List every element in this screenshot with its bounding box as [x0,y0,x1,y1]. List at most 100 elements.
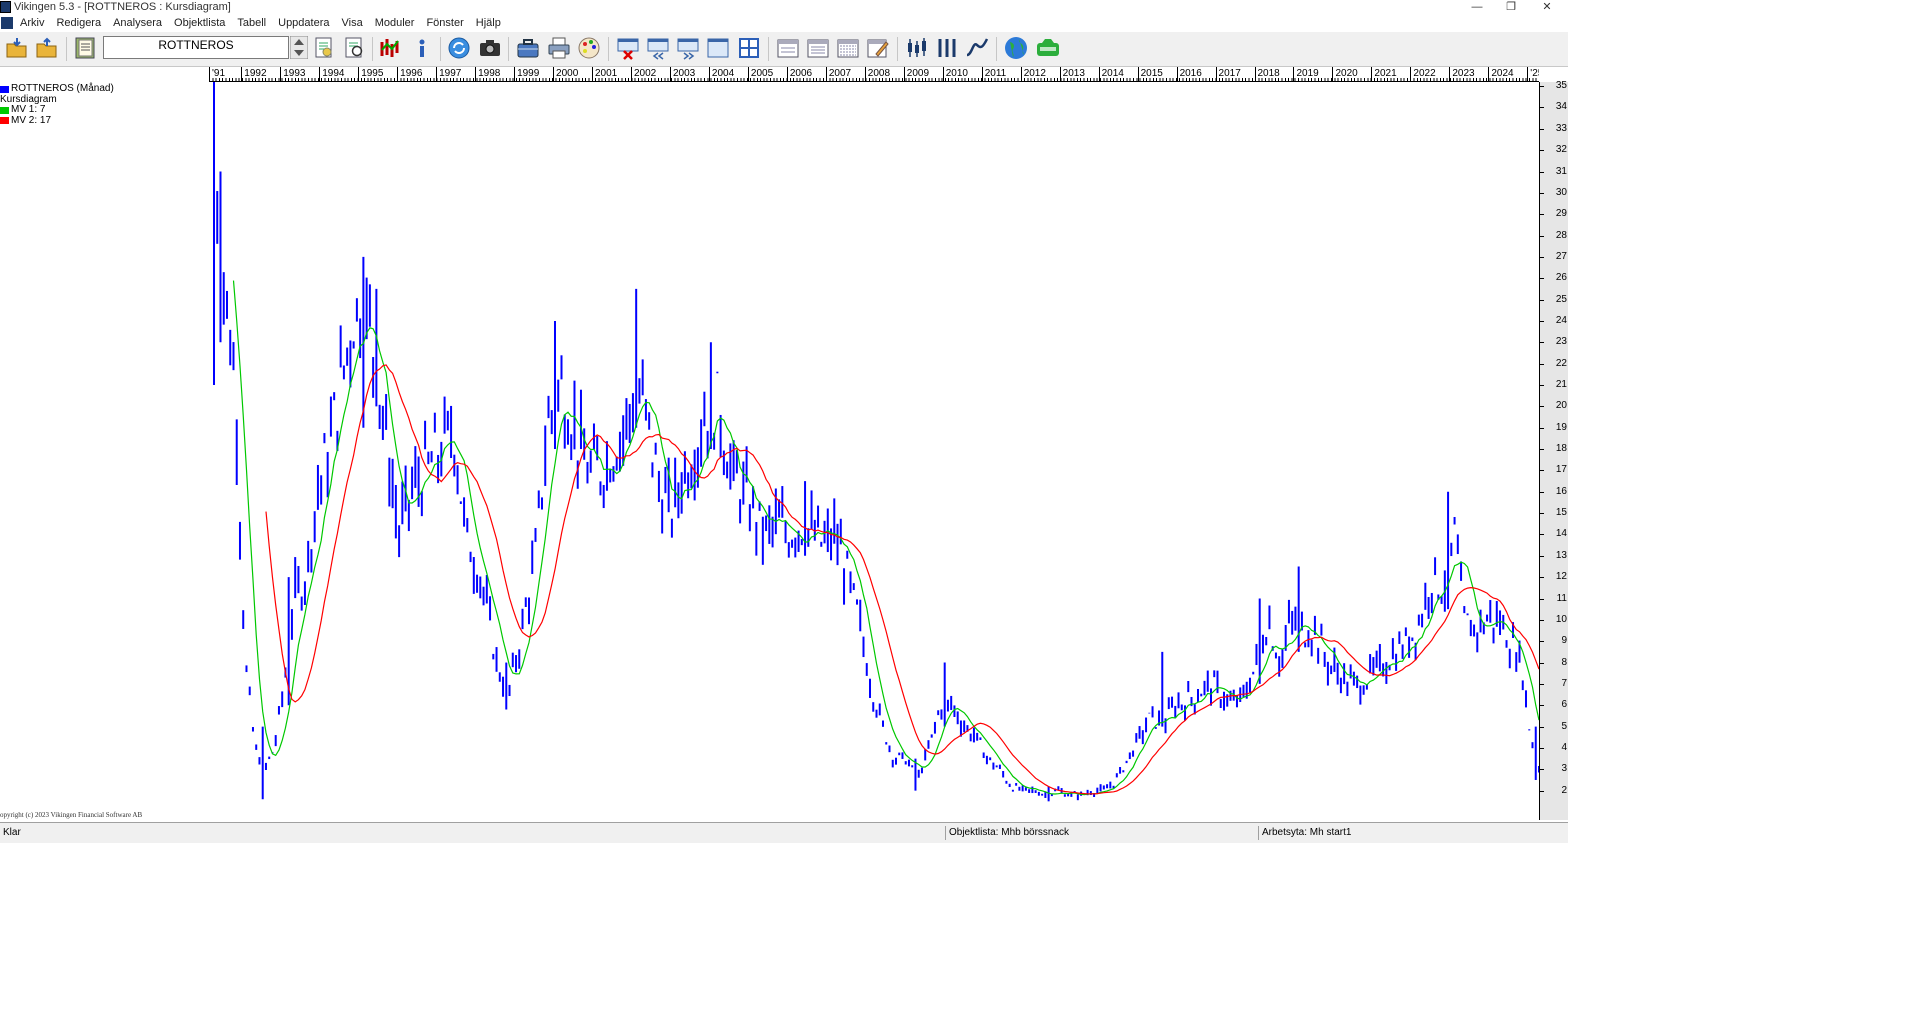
price-axis: 2 3 4 5 6 7 8 9 10 11 12 13 14 15 16 17 18 19 20 21 22 23 24 25… [1539,80,1568,820]
price-label: 9 [1561,635,1567,647]
window-back-icon[interactable] [646,36,670,60]
list-star-icon[interactable] [342,36,366,60]
bar-ohlc-icon[interactable] [935,36,959,60]
calendar-edit-icon[interactable] [866,36,890,60]
price-tick [1540,747,1544,749]
legend-mv1: MV 1: 7 [11,104,46,115]
copyright-text: opyright (c) 2023 Vikingen Financial Sof… [0,811,143,819]
price-label: 33 [1555,122,1567,134]
instrument-spinner[interactable] [289,35,309,60]
instrument-name-field[interactable]: ROTTNEROS [103,36,289,59]
folder-open-icon[interactable] [5,36,29,60]
menu-analysera[interactable]: Analysera [113,17,162,29]
refresh-icon[interactable] [447,36,471,60]
price-label: 25 [1555,293,1567,305]
printer-icon[interactable] [547,36,571,60]
price-tick [1540,150,1544,152]
price-tick [1540,278,1544,280]
menu-tabell[interactable]: Tabell [237,17,266,29]
toolbar: ROTTNEROS [0,32,1568,67]
line-curve-icon[interactable] [965,36,989,60]
title-bar: Vikingen 5.3 - [ROTTNEROS : Kursdiagram]… [0,0,1568,15]
mv1-line [232,280,1539,796]
price-tick [1540,534,1544,536]
web-icon[interactable] [1036,36,1060,60]
price-tick [1540,513,1544,515]
calendar-day-icon[interactable] [776,36,800,60]
price-tick [1540,619,1544,621]
price-label: 7 [1561,677,1567,689]
status-objektlista: Objektlista: Mhb börssnack [945,826,1257,840]
calendar-month-icon[interactable] [836,36,860,60]
folder-up-icon[interactable] [35,36,59,60]
menu-fonster[interactable]: Fönster [426,17,463,29]
price-label: 11 [1556,592,1567,604]
price-label: 12 [1555,571,1567,583]
price-label: 26 [1555,272,1567,284]
price-tick [1540,491,1544,493]
window-icon[interactable] [706,36,730,60]
price-label: 24 [1555,314,1567,326]
price-label: 17 [1555,464,1567,476]
menu-objektlista[interactable]: Objektlista [174,17,225,29]
menu-visa[interactable]: Visa [342,17,363,29]
legend-swatch-mv2 [0,117,9,125]
calendar-week-icon[interactable] [806,36,830,60]
menu-hjalp[interactable]: Hjälp [476,17,501,29]
menu-moduler[interactable]: Moduler [375,17,415,29]
price-tick [1540,662,1544,664]
price-tick [1540,171,1544,173]
menu-arkiv[interactable]: Arkiv [20,17,44,29]
price-label: 32 [1555,144,1567,156]
price-label: 6 [1561,699,1567,711]
globe-icon[interactable] [1004,36,1028,60]
notebook-icon[interactable] [73,36,97,60]
price-tick [1540,214,1544,216]
menu-uppdatera[interactable]: Uppdatera [278,17,329,29]
price-tick [1540,769,1544,771]
year-axis: '91 1992 1993 1994 1995 1996 1997 1998 1999 2000 2… [209,67,1539,82]
camera-icon[interactable] [478,36,502,60]
price-label: 16 [1555,485,1567,497]
price-label: 19 [1555,421,1567,433]
price-tick [1540,363,1544,365]
price-label: 35 [1555,80,1567,92]
palette-icon[interactable] [577,36,601,60]
number-grid-icon[interactable] [737,36,761,60]
window-forward-icon[interactable] [676,36,700,60]
window-close-icon[interactable] [616,36,640,60]
price-tick [1540,705,1544,707]
close-button[interactable]: ✕ [1532,0,1562,15]
price-tick [1540,449,1544,451]
mv2-line [265,364,1539,795]
candles-chart-icon[interactable] [378,36,402,60]
list-document-icon[interactable] [312,36,336,60]
briefcase-icon[interactable] [516,36,540,60]
price-tick [1540,790,1544,792]
price-label: 4 [1561,741,1567,753]
price-tick [1540,235,1544,237]
menu-redigera[interactable]: Redigera [56,17,101,29]
legend-swatch-price [0,85,9,93]
price-label: 28 [1555,229,1567,241]
price-tick [1540,192,1544,194]
price-tick [1540,683,1544,685]
price-tick [1540,256,1544,258]
price-label: 22 [1555,357,1567,369]
restore-button[interactable]: ❐ [1496,0,1526,15]
status-arbetsyta: Arbetsyta: Mh start1 [1258,826,1558,840]
menu-bar: Arkiv Redigera Analysera Objektlista Tab… [0,15,1568,43]
bar-candles-icon[interactable] [905,36,929,60]
window-title: Vikingen 5.3 - [ROTTNEROS : Kursdiagram] [14,1,231,13]
price-label: 29 [1555,208,1567,220]
price-label: 27 [1555,250,1567,262]
menu-items: Arkiv Redigera Analysera Objektlista Tab… [20,17,513,29]
minimize-button[interactable]: — [1462,0,1492,15]
document-icon[interactable] [1,17,13,29]
legend-mv2: MV 2: 17 [11,114,52,126]
price-chart[interactable] [0,82,1539,820]
price-tick [1540,320,1544,322]
info-icon[interactable] [410,36,434,60]
price-tick [1540,555,1544,557]
price-tick [1540,470,1544,472]
